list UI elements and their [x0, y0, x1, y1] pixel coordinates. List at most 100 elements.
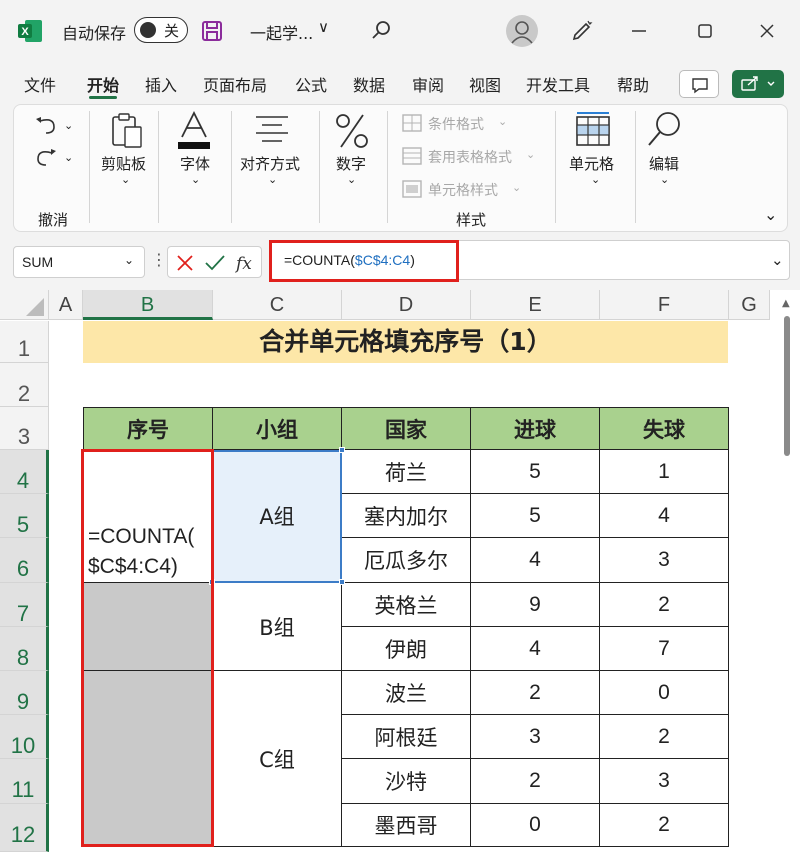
- cells-icon[interactable]: [574, 111, 612, 149]
- chevron-down-icon[interactable]: ⌄: [498, 115, 507, 128]
- clipboard-label[interactable]: 剪贴板: [101, 153, 146, 174]
- row-header-4[interactable]: 4: [0, 450, 49, 494]
- conceded-cell[interactable]: 3: [599, 758, 729, 804]
- more-options-icon[interactable]: ⋮: [151, 250, 167, 269]
- country-cell[interactable]: 墨西哥: [341, 803, 471, 847]
- cell-style-icon[interactable]: [402, 180, 422, 198]
- header-cell-group[interactable]: 小组: [212, 407, 342, 450]
- fill-handle[interactable]: [339, 579, 345, 585]
- header-cell-goals[interactable]: 进球: [470, 407, 600, 450]
- chevron-down-icon[interactable]: ⌄: [124, 253, 134, 267]
- confirm-icon[interactable]: [204, 253, 226, 273]
- expand-formula-bar-icon[interactable]: ⌄: [771, 251, 784, 269]
- number-label[interactable]: 数字: [336, 153, 366, 174]
- designer-pen-icon[interactable]: [570, 19, 594, 43]
- chevron-down-icon[interactable]: ⌄: [191, 173, 200, 186]
- goals-cell[interactable]: 0: [470, 803, 600, 847]
- row-header-6[interactable]: 6: [0, 538, 49, 583]
- header-cell-index[interactable]: 序号: [83, 407, 213, 450]
- share-button[interactable]: [732, 70, 784, 98]
- insert-function-icon[interactable]: fx: [234, 251, 258, 275]
- country-cell[interactable]: 波兰: [341, 670, 471, 715]
- conditional-format-label[interactable]: 条件格式: [428, 114, 484, 134]
- vertical-scrollbar[interactable]: ▲: [780, 296, 794, 852]
- country-cell[interactable]: 荷兰: [341, 449, 471, 494]
- row-header-1[interactable]: 1: [0, 321, 49, 363]
- country-cell[interactable]: 沙特: [341, 758, 471, 804]
- table-format-icon[interactable]: [402, 147, 422, 165]
- row-header-10[interactable]: 10: [0, 715, 49, 759]
- chevron-down-icon[interactable]: ⌄: [526, 148, 535, 161]
- conditional-format-icon[interactable]: [402, 114, 422, 132]
- redo-icon[interactable]: [32, 145, 62, 171]
- conceded-cell[interactable]: 4: [599, 493, 729, 538]
- tab-file[interactable]: 文件: [24, 72, 56, 96]
- chevron-down-icon[interactable]: ⌄: [121, 173, 130, 186]
- country-cell[interactable]: 塞内加尔: [341, 493, 471, 538]
- country-cell[interactable]: 英格兰: [341, 582, 471, 627]
- column-header-f[interactable]: F: [600, 290, 729, 320]
- font-color-icon[interactable]: [174, 109, 214, 151]
- row-header-2[interactable]: 2: [0, 363, 49, 407]
- row-header-3[interactable]: 3: [0, 407, 49, 450]
- column-header-a[interactable]: A: [49, 290, 83, 320]
- goals-cell[interactable]: 9: [470, 582, 600, 627]
- row-header-7[interactable]: 7: [0, 583, 49, 627]
- cells-label[interactable]: 单元格: [569, 153, 614, 174]
- conceded-cell[interactable]: 7: [599, 626, 729, 671]
- goals-cell[interactable]: 3: [470, 714, 600, 759]
- conceded-cell[interactable]: 1: [599, 449, 729, 494]
- tab-review[interactable]: 审阅: [412, 72, 444, 96]
- search-icon[interactable]: [644, 109, 684, 149]
- header-cell-country[interactable]: 国家: [341, 407, 471, 450]
- conceded-cell[interactable]: 0: [599, 670, 729, 715]
- row-header-5[interactable]: 5: [0, 494, 49, 538]
- conceded-cell[interactable]: 3: [599, 537, 729, 583]
- search-icon[interactable]: [370, 19, 392, 41]
- row-header-8[interactable]: 8: [0, 627, 49, 671]
- conceded-cell[interactable]: 2: [599, 582, 729, 627]
- collapse-ribbon-icon[interactable]: ⌄: [764, 205, 777, 224]
- group-cell-c[interactable]: C组: [212, 670, 342, 847]
- conceded-cell[interactable]: 2: [599, 714, 729, 759]
- goals-cell[interactable]: 5: [470, 449, 600, 494]
- undo-dropdown-icon[interactable]: ⌄: [64, 119, 73, 132]
- conceded-cell[interactable]: 2: [599, 803, 729, 847]
- goals-cell[interactable]: 4: [470, 626, 600, 671]
- tab-developer[interactable]: 开发工具: [526, 72, 590, 96]
- tab-insert[interactable]: 插入: [145, 72, 177, 96]
- redo-dropdown-icon[interactable]: ⌄: [64, 151, 73, 164]
- cancel-icon[interactable]: [175, 253, 195, 273]
- goals-cell[interactable]: 2: [470, 670, 600, 715]
- tab-formulas[interactable]: 公式: [295, 72, 327, 96]
- column-header-e[interactable]: E: [471, 290, 600, 320]
- chevron-down-icon[interactable]: ⌄: [591, 173, 600, 186]
- row-header-11[interactable]: 11: [0, 759, 49, 804]
- save-icon[interactable]: [201, 20, 223, 42]
- name-box[interactable]: SUM ⌄: [13, 246, 145, 278]
- percent-icon[interactable]: [332, 111, 372, 151]
- country-cell[interactable]: 伊朗: [341, 626, 471, 671]
- sheet-title[interactable]: 合并单元格填充序号（1）: [83, 321, 728, 363]
- row-header-9[interactable]: 9: [0, 671, 49, 715]
- goals-cell[interactable]: 2: [470, 758, 600, 804]
- maximize-icon[interactable]: [694, 20, 716, 42]
- file-name[interactable]: 一起学...: [250, 20, 313, 44]
- minimize-icon[interactable]: [628, 20, 650, 42]
- scrollbar-thumb[interactable]: [784, 316, 790, 456]
- avatar[interactable]: [506, 15, 538, 47]
- editing-label[interactable]: 编辑: [649, 153, 679, 174]
- align-icon[interactable]: [252, 113, 292, 147]
- chevron-down-icon[interactable]: ⌄: [347, 173, 356, 186]
- tab-help[interactable]: 帮助: [617, 72, 649, 96]
- column-header-b[interactable]: B: [83, 290, 213, 320]
- undo-icon[interactable]: [32, 113, 62, 139]
- table-format-label[interactable]: 套用表格格式: [428, 147, 512, 167]
- chevron-down-icon[interactable]: ⌄: [512, 181, 521, 194]
- column-header-c[interactable]: C: [213, 290, 342, 320]
- autosave-toggle[interactable]: 关: [134, 17, 188, 43]
- font-label[interactable]: 字体: [180, 153, 210, 174]
- alignment-label[interactable]: 对齐方式: [240, 153, 300, 174]
- goals-cell[interactable]: 4: [470, 537, 600, 583]
- chevron-down-icon[interactable]: ⌄: [660, 173, 669, 186]
